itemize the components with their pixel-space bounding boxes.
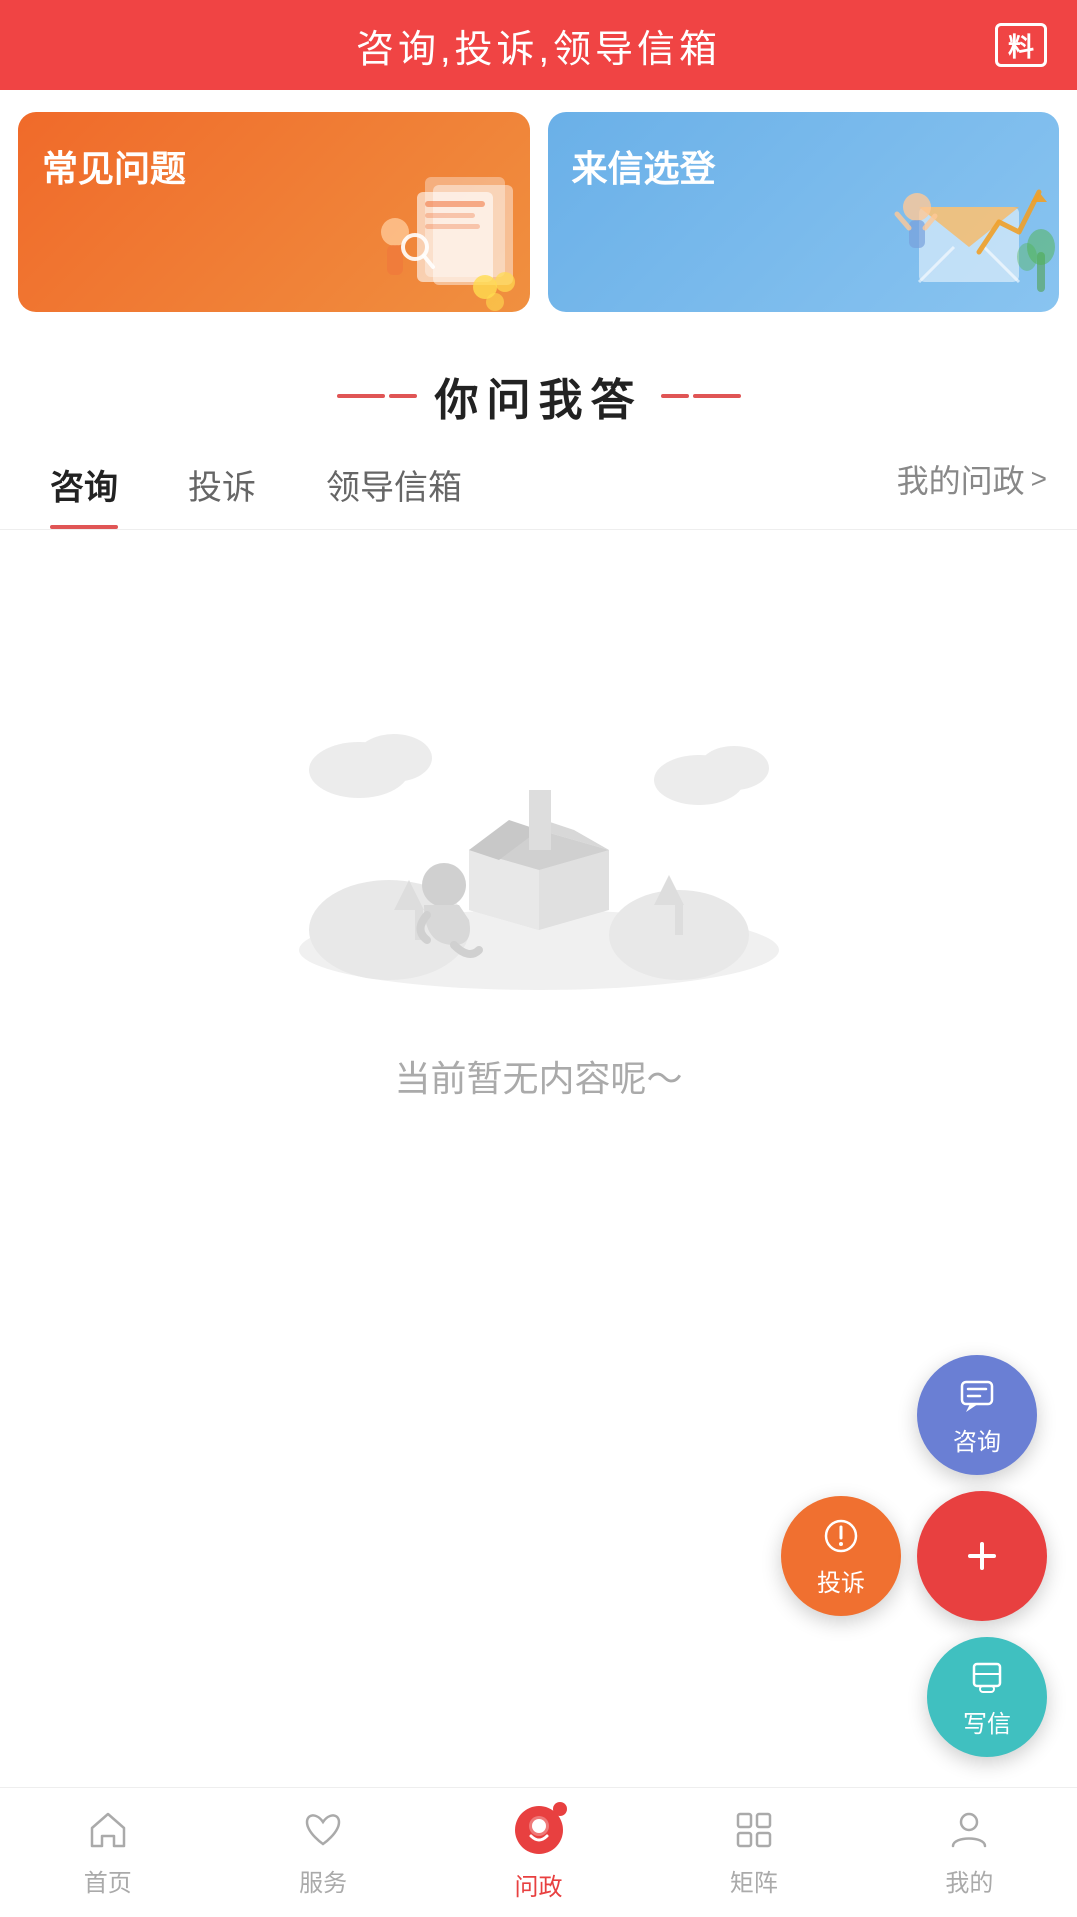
nav-home[interactable]: 首页 xyxy=(0,1808,215,1898)
tab-complaint[interactable]: 投诉 xyxy=(168,448,276,529)
fab-container: 咨询 投诉 写信 xyxy=(781,1355,1047,1757)
fab-write-label: 写信 xyxy=(963,1704,1011,1739)
tab-consult[interactable]: 咨询 xyxy=(30,448,138,529)
plus-icon xyxy=(956,1530,1008,1582)
fab-complaint-label: 投诉 xyxy=(817,1563,865,1598)
nav-home-label: 首页 xyxy=(84,1863,132,1898)
nav-dot-badge xyxy=(553,1802,567,1816)
my-question-link[interactable]: 我的问政 > xyxy=(897,456,1047,522)
nav-question[interactable]: 问政 xyxy=(431,1804,646,1902)
fab-complaint[interactable]: 投诉 xyxy=(781,1496,901,1616)
fab-write[interactable]: 写信 xyxy=(927,1637,1047,1757)
nav-profile[interactable]: 我的 xyxy=(862,1808,1077,1898)
deco-right xyxy=(661,394,741,398)
question-icon-wrap xyxy=(513,1804,565,1861)
banner-faq-illustration xyxy=(365,157,525,307)
deco-line-2 xyxy=(389,394,417,398)
empty-text: 当前暂无内容呢～ xyxy=(394,1050,682,1102)
deco-line-4 xyxy=(693,394,741,398)
header-title: 咨询,投诉,领导信箱 xyxy=(356,18,721,73)
grid-icon-wrap xyxy=(732,1808,776,1857)
deco-line-3 xyxy=(661,394,689,398)
profile-icon-wrap xyxy=(947,1808,991,1857)
heart-icon xyxy=(301,1808,345,1852)
chat-icon xyxy=(956,1374,998,1416)
person-icon xyxy=(947,1808,991,1852)
deco-line-1 xyxy=(337,394,385,398)
empty-illustration xyxy=(279,590,799,1010)
section-title: 你问我答 xyxy=(435,364,643,428)
header: 咨询,投诉,领导信箱 料 xyxy=(0,0,1077,90)
service-icon-wrap xyxy=(301,1808,345,1857)
bottom-nav: 首页 服务 问政 xyxy=(0,1787,1077,1917)
banner-card-faq[interactable]: 常见问题 xyxy=(18,112,530,312)
home-icon-wrap xyxy=(86,1808,130,1857)
header-feed-icon[interactable]: 料 xyxy=(995,23,1047,67)
nav-service[interactable]: 服务 xyxy=(215,1808,430,1898)
banner-faq-title: 常见问题 xyxy=(42,140,186,192)
banner-letters-illustration xyxy=(889,152,1049,302)
write-icon xyxy=(966,1656,1008,1698)
nav-service-label: 服务 xyxy=(299,1863,347,1898)
nav-grid-label: 矩阵 xyxy=(730,1863,778,1898)
tab-leader-mailbox[interactable]: 领导信箱 xyxy=(306,448,482,529)
empty-state: 当前暂无内容呢～ xyxy=(0,530,1077,1142)
section-title-wrap: 你问我答 xyxy=(0,334,1077,438)
fab-consult-label: 咨询 xyxy=(953,1422,1001,1457)
warning-icon xyxy=(820,1515,862,1557)
banner-letters-title: 来信选登 xyxy=(572,140,716,192)
deco-left xyxy=(337,394,417,398)
tabs-section: 咨询 投诉 领导信箱 我的问政 > xyxy=(0,438,1077,530)
banner-card-letters[interactable]: 来信选登 xyxy=(548,112,1060,312)
chevron-right-icon: > xyxy=(1031,463,1047,495)
grid-icon xyxy=(732,1808,776,1852)
home-icon xyxy=(86,1808,130,1852)
nav-profile-label: 我的 xyxy=(945,1863,993,1898)
fab-plus[interactable] xyxy=(917,1491,1047,1621)
nav-grid[interactable]: 矩阵 xyxy=(646,1808,861,1898)
fab-consult[interactable]: 咨询 xyxy=(917,1355,1037,1475)
nav-question-label: 问政 xyxy=(515,1867,563,1902)
banner-section: 常见问题 来信选登 xyxy=(0,90,1077,334)
